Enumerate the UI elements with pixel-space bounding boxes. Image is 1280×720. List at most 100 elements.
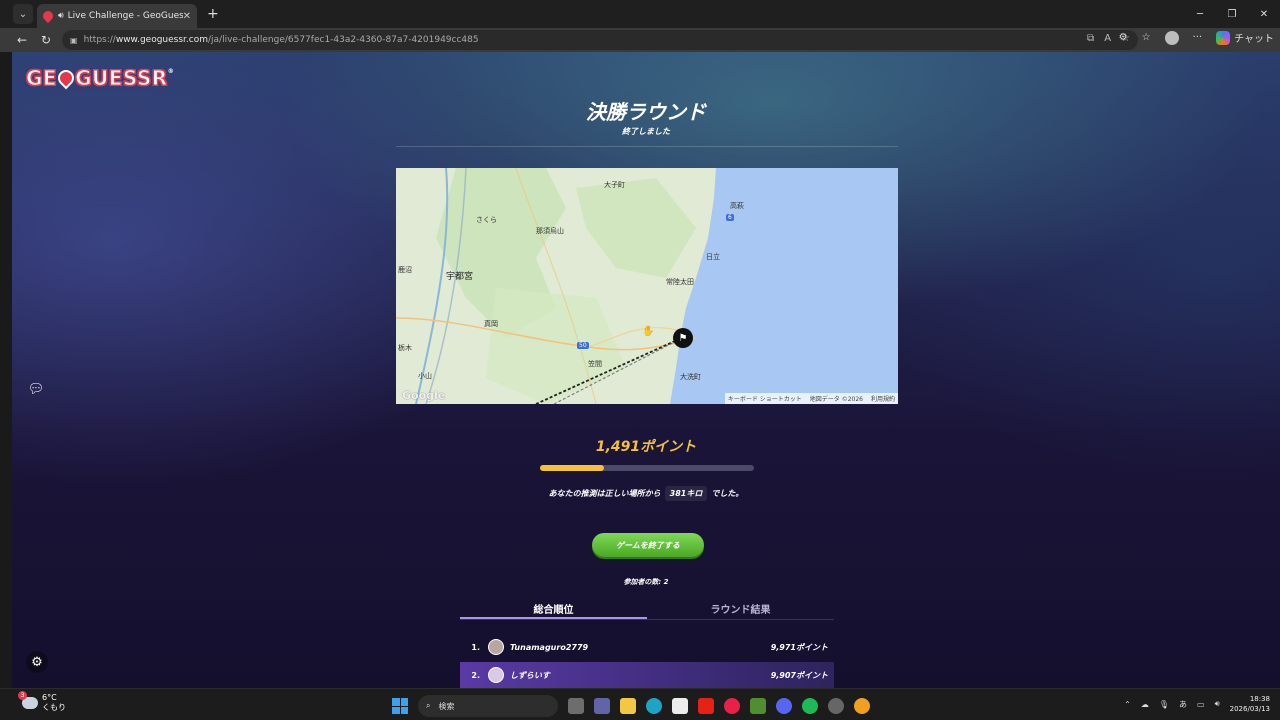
- rank: 2.: [471, 670, 480, 680]
- restore-icon[interactable]: ❐: [1216, 0, 1248, 28]
- map-label: さくら: [476, 216, 497, 224]
- keyboard-shortcuts-link[interactable]: キーボード ショートカット: [728, 394, 802, 403]
- speaker-icon[interactable]: 🔊︎: [58, 11, 64, 21]
- leaderboard-row[interactable]: 1. Tunamaguro2779 9,971ポイント: [460, 634, 834, 660]
- browser-tabstrip: ⌄ 🔊︎ Live Challenge - GeoGuessr ✕ + ─ ❐ …: [0, 0, 1280, 28]
- player-score: 9,907ポイント: [770, 670, 828, 680]
- copilot-label[interactable]: チャット: [1234, 30, 1274, 45]
- browser-tab-active[interactable]: 🔊︎ Live Challenge - GeoGuessr ✕: [37, 4, 197, 28]
- app-icon[interactable]: [854, 698, 870, 714]
- route-shield: 6: [726, 214, 734, 221]
- map-graphic: [396, 168, 898, 404]
- microphone-icon[interactable]: 🎙︎: [1159, 700, 1169, 709]
- rank: 1.: [471, 642, 480, 652]
- route-shield: 50: [577, 342, 589, 349]
- map-label: 笠間: [588, 360, 602, 368]
- browser-toolbar: ← ↻ ▣ https://www.geoguessr.com/ja/live-…: [0, 28, 1280, 52]
- map-label: 栃木: [398, 344, 412, 352]
- system-tray: ⌃ ☁ 🎙︎ あ ▭ 🔊︎ 18:38 2026/03/13: [1124, 694, 1270, 714]
- back-arrow-icon[interactable]: ←: [10, 33, 34, 47]
- map-label: 日立: [706, 253, 720, 261]
- spotify-icon[interactable]: [802, 698, 818, 714]
- map-label: 宇都宮: [446, 272, 474, 282]
- read-aloud-icon[interactable]: A: [1104, 33, 1111, 44]
- windows-start-icon[interactable]: [392, 698, 408, 714]
- address-bar[interactable]: ▣ https://www.geoguessr.com/ja/live-chal…: [62, 30, 1138, 50]
- results-tabs: 総合順位 ラウンド結果: [460, 598, 834, 620]
- settings-gear-icon[interactable]: ⚙: [26, 651, 48, 673]
- minimize-icon[interactable]: ─: [1184, 0, 1216, 28]
- correct-location-flag-icon[interactable]: ⚑: [673, 328, 693, 348]
- search-icon: ⌕: [426, 701, 431, 710]
- player-score: 9,971ポイント: [770, 642, 828, 652]
- player-name: しずらいす: [510, 670, 550, 680]
- terms-link[interactable]: 利用規約: [871, 394, 895, 403]
- score-progress-bar: [540, 465, 754, 471]
- weather-widget[interactable]: 3 6°C くもり: [18, 691, 66, 713]
- map-label: 大子町: [604, 181, 625, 189]
- more-menu-icon[interactable]: ···: [1193, 32, 1203, 43]
- minecraft-icon[interactable]: [750, 698, 766, 714]
- new-tab-button[interactable]: +: [207, 6, 219, 22]
- taskbar-search[interactable]: ⌕ 検索: [418, 695, 558, 717]
- hand-cursor-icon: ✋: [642, 326, 655, 337]
- file-explorer-icon[interactable]: [620, 698, 636, 714]
- chat-icon[interactable]: 💬︎: [26, 379, 46, 399]
- task-view-icon[interactable]: [568, 698, 584, 714]
- tab-overall-ranking[interactable]: 総合順位: [460, 598, 647, 619]
- chevron-up-icon[interactable]: ⌃: [1124, 700, 1131, 709]
- clock[interactable]: 18:38 2026/03/13: [1230, 694, 1270, 714]
- discord-icon[interactable]: [776, 698, 792, 714]
- window-controls: ─ ❐ ✕: [1184, 0, 1280, 28]
- player-avatar: [488, 639, 504, 655]
- copilot-icon[interactable]: [1216, 30, 1231, 45]
- close-window-icon[interactable]: ✕: [1248, 0, 1280, 28]
- map-label: 真岡: [484, 320, 498, 328]
- geoguessr-logo[interactable]: GE GUESSR ®: [25, 66, 174, 91]
- round-status: 終了しました: [622, 127, 670, 136]
- volume-icon[interactable]: 🔊︎: [1215, 699, 1220, 709]
- windows-taskbar: 3 6°C くもり ⌕ 検索 ⌃ ☁ 🎙︎ あ ▭ 🔊︎ 18:38 2026/03…: [0, 688, 1280, 720]
- weather-condition: くもり: [42, 703, 66, 712]
- tab-round-results[interactable]: ラウンド結果: [647, 598, 834, 619]
- map-label: 小山: [418, 372, 432, 380]
- distance-text: あなたの推測は正しい場所から 381キロ でした。: [12, 486, 1280, 501]
- end-game-button[interactable]: ゲームを終了する: [592, 533, 704, 557]
- participant-count: 参加者の数: 2: [623, 578, 669, 586]
- translate-icon[interactable]: ⧉: [1087, 33, 1094, 44]
- distance-value: 381キロ: [664, 486, 708, 501]
- onedrive-icon[interactable]: ☁: [1141, 700, 1149, 709]
- player-name: Tunamaguro2779: [510, 642, 589, 652]
- geoguessr-favicon-icon: [40, 8, 56, 24]
- favorites-icon[interactable]: ☆: [1142, 32, 1151, 43]
- app-icon[interactable]: [828, 698, 844, 714]
- browser-tools: ⚙ ☆ ··· チャット: [1119, 30, 1274, 45]
- teams-icon[interactable]: [594, 698, 610, 714]
- close-tab-icon[interactable]: ✕: [183, 11, 191, 22]
- extensions-icon[interactable]: ⚙: [1119, 32, 1128, 43]
- map-label: 高萩: [730, 202, 744, 210]
- tab-list-chevron-icon[interactable]: ⌄: [13, 4, 33, 24]
- google-logo: Google: [402, 389, 446, 402]
- youtube-icon[interactable]: [698, 698, 714, 714]
- site-info-icon[interactable]: ▣: [70, 36, 78, 45]
- map-data-text: 地図データ ©2026: [809, 396, 863, 403]
- map-label: 常陸太田: [666, 278, 694, 286]
- network-icon[interactable]: ▭: [1197, 700, 1205, 709]
- media-player-icon[interactable]: [724, 698, 740, 714]
- logo-pin-icon: [54, 66, 78, 90]
- temperature: 6°C: [42, 693, 57, 702]
- edge-icon[interactable]: [646, 698, 662, 714]
- result-map[interactable]: 大子町 高萩 さくら 那須烏山 日立 鹿沼 宇都宮 常陸太田 真岡 笠間 大洗町…: [396, 168, 898, 404]
- ime-indicator[interactable]: あ: [1179, 699, 1187, 710]
- reload-icon[interactable]: ↻: [34, 33, 58, 47]
- profile-avatar[interactable]: [1164, 30, 1179, 45]
- map-label: 鹿沼: [398, 266, 412, 274]
- store-icon[interactable]: [672, 698, 688, 714]
- leaderboard-row[interactable]: 2. しずらいす 9,907ポイント: [460, 662, 834, 688]
- taskbar-apps: ⌕ 検索: [392, 695, 870, 717]
- map-attribution: キーボード ショートカット 地図データ ©2026 利用規約: [724, 393, 898, 404]
- map-label: 那須烏山: [536, 227, 564, 235]
- player-avatar: [488, 667, 504, 683]
- url-text: https://www.geoguessr.com/ja/live-challe…: [83, 35, 479, 45]
